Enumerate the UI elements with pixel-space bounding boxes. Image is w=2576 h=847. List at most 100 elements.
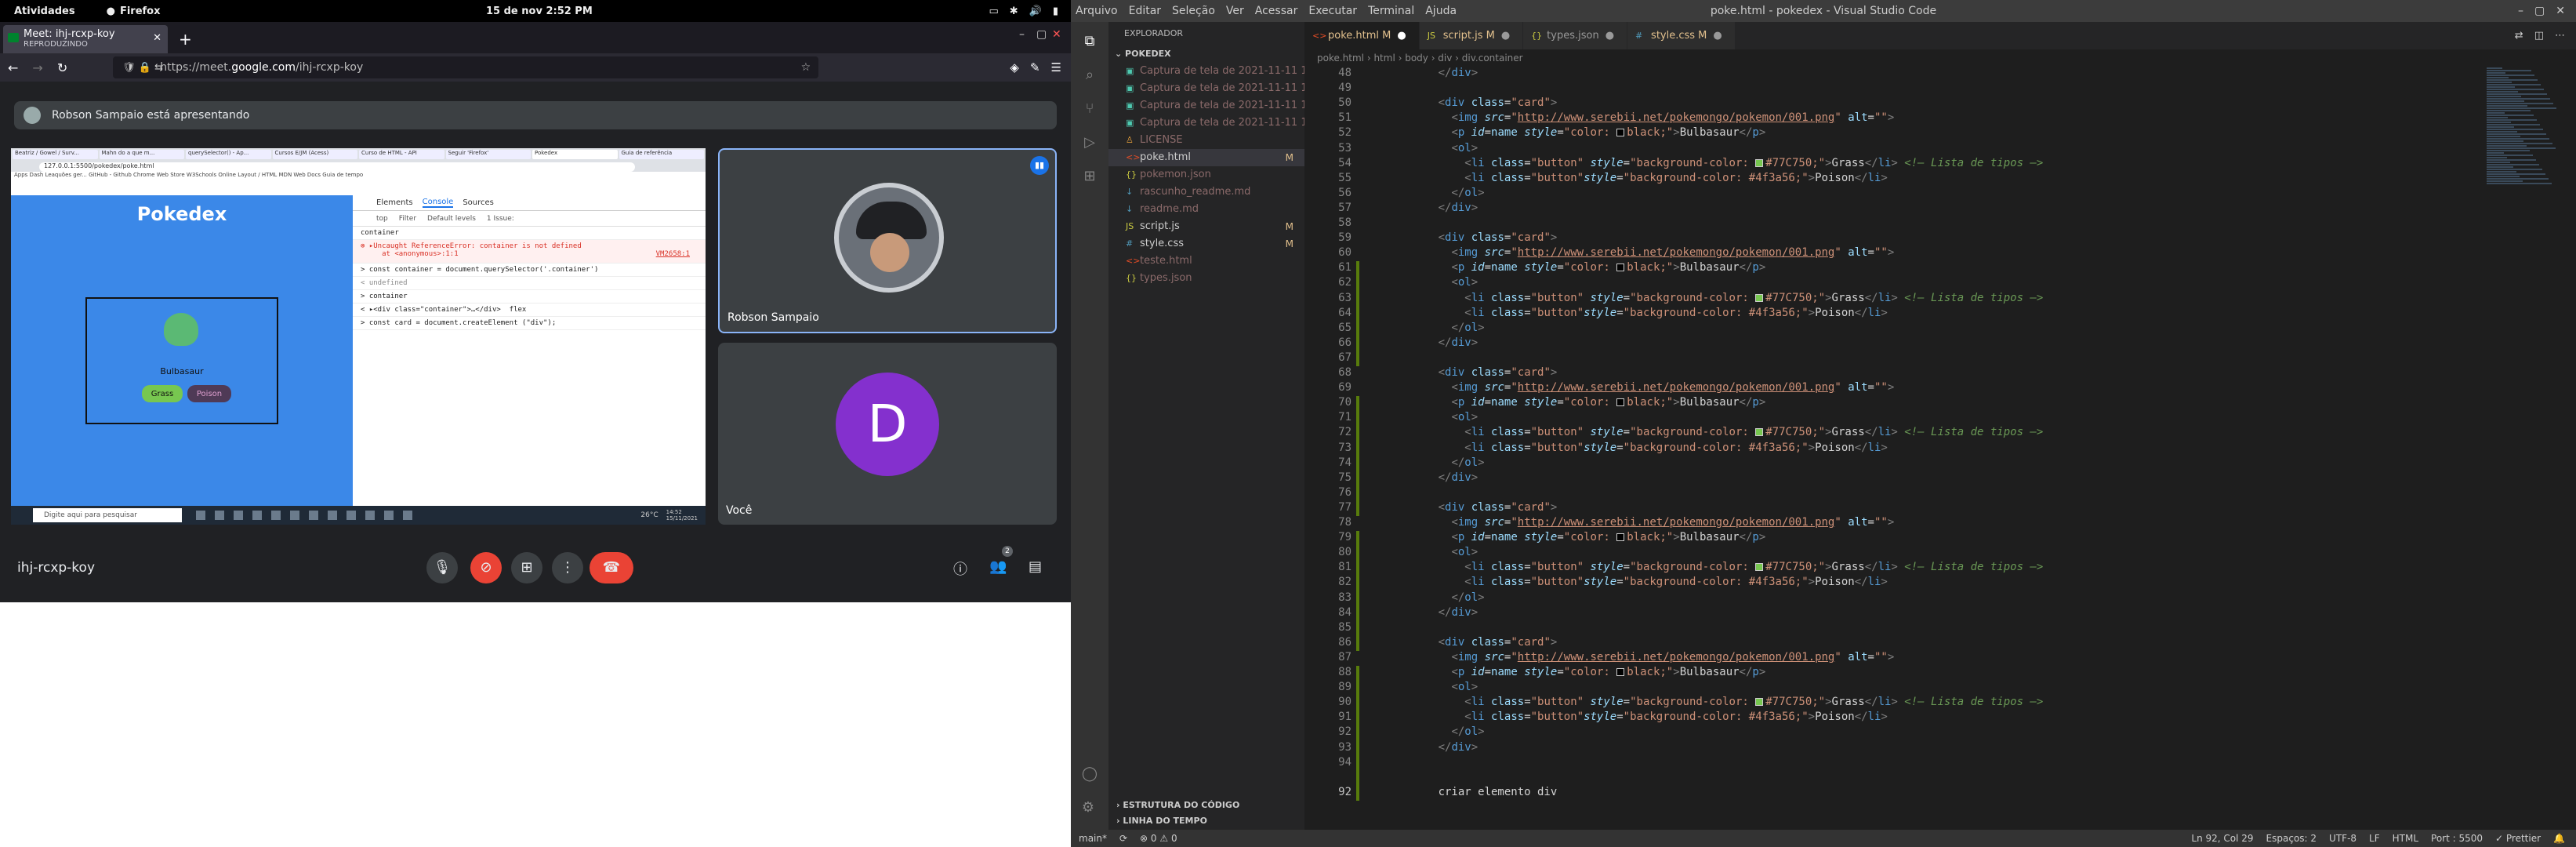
clock[interactable]: 15 de nov 2:52 PM: [486, 5, 593, 17]
microphone-button[interactable]: 🎙: [426, 552, 458, 583]
line-number: 88: [1338, 666, 1351, 678]
reload-icon[interactable]: ↻: [57, 60, 67, 75]
line-number: 67: [1338, 351, 1351, 364]
notifications-icon[interactable]: 🔔: [2553, 833, 2565, 844]
people-icon[interactable]: 👥: [989, 558, 1007, 575]
breadcrumb[interactable]: poke.html › html › body › div › div.cont…: [1304, 49, 2576, 67]
tab-dirty-icon[interactable]: ●: [1501, 30, 1510, 42]
editor-tab[interactable]: JS script.js M ●: [1419, 22, 1524, 49]
file-item[interactable]: ▣ Captura de tela de 2021-11-11 18...: [1108, 97, 1304, 115]
tab-dirty-icon[interactable]: ●: [1397, 30, 1406, 42]
file-item[interactable]: {} pokemon.json: [1108, 166, 1304, 184]
maximize-icon[interactable]: ▢: [2534, 5, 2545, 17]
menu-item-ver[interactable]: Ver: [1226, 5, 1244, 17]
file-item[interactable]: ↓ rascunho_readme.md: [1108, 184, 1304, 201]
menu-item-editar[interactable]: Editar: [1129, 5, 1161, 17]
sync-icon[interactable]: ⟳: [1119, 833, 1127, 844]
participant-tile-self[interactable]: D Você: [718, 343, 1057, 525]
file-item[interactable]: {} types.json: [1108, 270, 1304, 287]
pokemon-card: Bulbasaur Grass Poison: [85, 297, 278, 424]
menu-item-terminal[interactable]: Terminal: [1368, 5, 1414, 17]
code-line: <li class="button"style="background-colo…: [1464, 306, 1888, 319]
encoding[interactable]: UTF-8: [2329, 833, 2356, 844]
close-window-icon[interactable]: ✕: [2556, 5, 2565, 17]
participant-tile-robson[interactable]: ▮▮ Robson Sampaio: [718, 148, 1057, 333]
code-editor[interactable]: 48 </div> 49 50 <div class="card"> 51 <img …: [1304, 67, 2480, 820]
source-control-icon[interactable]: ⑂: [1086, 100, 1094, 117]
new-tab-button[interactable]: +: [179, 30, 192, 49]
pocket-icon[interactable]: ◈: [1010, 60, 1019, 75]
menu-item-ajuda[interactable]: Ajuda: [1425, 5, 1457, 17]
editor-tab[interactable]: # style.css M ●: [1627, 22, 1736, 49]
editor-tab[interactable]: <> poke.html M ●: [1304, 22, 1420, 49]
explorer-root-folder[interactable]: ⌄ POKEDEX: [1108, 45, 1304, 63]
branch-indicator[interactable]: main*: [1079, 833, 1107, 844]
file-item[interactable]: ▣ Captura de tela de 2021-11-11 18...: [1108, 115, 1304, 132]
menu-bar: Arquivo Editar Seleção Ver Acessar Executar Te…: [1076, 5, 1457, 17]
extension-icon[interactable]: ✎: [1030, 60, 1040, 75]
bookmark-star-icon[interactable]: ☆: [801, 61, 811, 74]
menu-item-arquivo[interactable]: Arquivo: [1076, 5, 1118, 17]
outline-section[interactable]: › ESTRUTURA DO CÓDIGO: [1108, 797, 1304, 814]
account-icon[interactable]: ◯: [1082, 765, 1098, 782]
live-server-port[interactable]: Port : 5500: [2431, 833, 2483, 844]
indentation[interactable]: Espaços: 2: [2266, 833, 2317, 844]
maximize-icon[interactable]: ▢: [1036, 28, 1047, 41]
eol[interactable]: LF: [2369, 833, 2380, 844]
search-icon[interactable]: ⌕: [1086, 67, 1094, 83]
more-options-button[interactable]: ⋮: [552, 552, 583, 583]
shared-tab: Pokedex: [532, 150, 618, 159]
file-item[interactable]: ▣ Captura de tela de 2021-11-11 17...: [1108, 63, 1304, 80]
file-item[interactable]: ▣ Captura de tela de 2021-11-11 18...: [1108, 80, 1304, 97]
url-bar[interactable]: 🛡 🔒 ⇆ https://meet. google.com /ihj-rcxp…: [113, 56, 819, 78]
end-call-button[interactable]: ☎: [590, 552, 633, 583]
url-path: /ihj-rcxp-koy: [295, 61, 364, 74]
language-mode[interactable]: HTML: [2393, 833, 2418, 844]
file-item[interactable]: ♙ LICENSE: [1108, 132, 1304, 149]
menu-item-acessar[interactable]: Acessar: [1255, 5, 1298, 17]
menu-item-seleção[interactable]: Seleção: [1172, 5, 1215, 17]
back-icon[interactable]: ←: [8, 60, 18, 75]
line-number: 49: [1338, 82, 1351, 95]
tab-dirty-icon[interactable]: ●: [1713, 30, 1722, 42]
tab-dirty-icon[interactable]: ●: [1605, 30, 1614, 42]
file-item[interactable]: <> poke.html M: [1108, 149, 1304, 166]
timeline-section[interactable]: › LINHA DO TEMPO: [1108, 812, 1304, 830]
editor-tab[interactable]: {} types.json ●: [1523, 22, 1628, 49]
file-item[interactable]: ↓ readme.md: [1108, 201, 1304, 218]
menu-item-executar[interactable]: Executar: [1308, 5, 1357, 17]
explorer-icon[interactable]: ⧉: [1085, 33, 1095, 49]
code-line: </div>: [1438, 740, 1478, 754]
extensions-icon[interactable]: ⊞: [1083, 168, 1095, 184]
more-actions-icon[interactable]: ⋯: [2555, 22, 2565, 49]
close-window-icon[interactable]: ✕: [1052, 28, 1061, 41]
activities-button[interactable]: Atividades: [14, 5, 75, 17]
file-item[interactable]: # style.css M: [1108, 235, 1304, 253]
present-button[interactable]: ⊞: [511, 552, 542, 583]
info-icon[interactable]: ⓘ: [953, 558, 967, 579]
camera-off-button[interactable]: ⊘: [470, 552, 502, 583]
chat-icon[interactable]: ▤: [1029, 558, 1042, 575]
minimap[interactable]: [2487, 67, 2565, 224]
system-tray[interactable]: ▭ ✱ 🔊 ▮: [989, 5, 1058, 17]
console-line: ⊗ ▸Uncaught ReferenceError: container is…: [353, 240, 706, 264]
hamburger-menu-icon[interactable]: ☰: [1051, 60, 1061, 75]
app-menu[interactable]: ● Firefox: [107, 5, 161, 17]
split-editor-icon[interactable]: ◫: [2534, 22, 2544, 49]
image-icon: ▣: [1126, 118, 1134, 128]
close-tab-icon[interactable]: ✕: [153, 32, 161, 44]
blank-area: [0, 602, 1071, 847]
forward-icon[interactable]: →: [32, 60, 42, 75]
problems-indicator[interactable]: ⊗ 0 ⚠ 0: [1140, 833, 1177, 844]
cursor-position[interactable]: Ln 92, Col 29: [2191, 833, 2253, 844]
compare-icon[interactable]: ⇄: [2515, 22, 2523, 49]
prettier-status[interactable]: ✓ Prettier: [2495, 833, 2541, 844]
browser-tab-meet[interactable]: Meet: ihj-rcxp-koy REPRODUZINDO ✕: [3, 25, 168, 53]
minimize-icon[interactable]: –: [2518, 5, 2523, 17]
settings-gear-icon[interactable]: ⚙: [1082, 799, 1098, 816]
minimize-icon[interactable]: –: [1019, 28, 1025, 41]
file-item[interactable]: JS script.js M: [1108, 218, 1304, 235]
run-debug-icon[interactable]: ▷: [1084, 134, 1095, 151]
file-item[interactable]: <> teste.html: [1108, 253, 1304, 270]
tab-name: script.js: [1442, 30, 1483, 42]
